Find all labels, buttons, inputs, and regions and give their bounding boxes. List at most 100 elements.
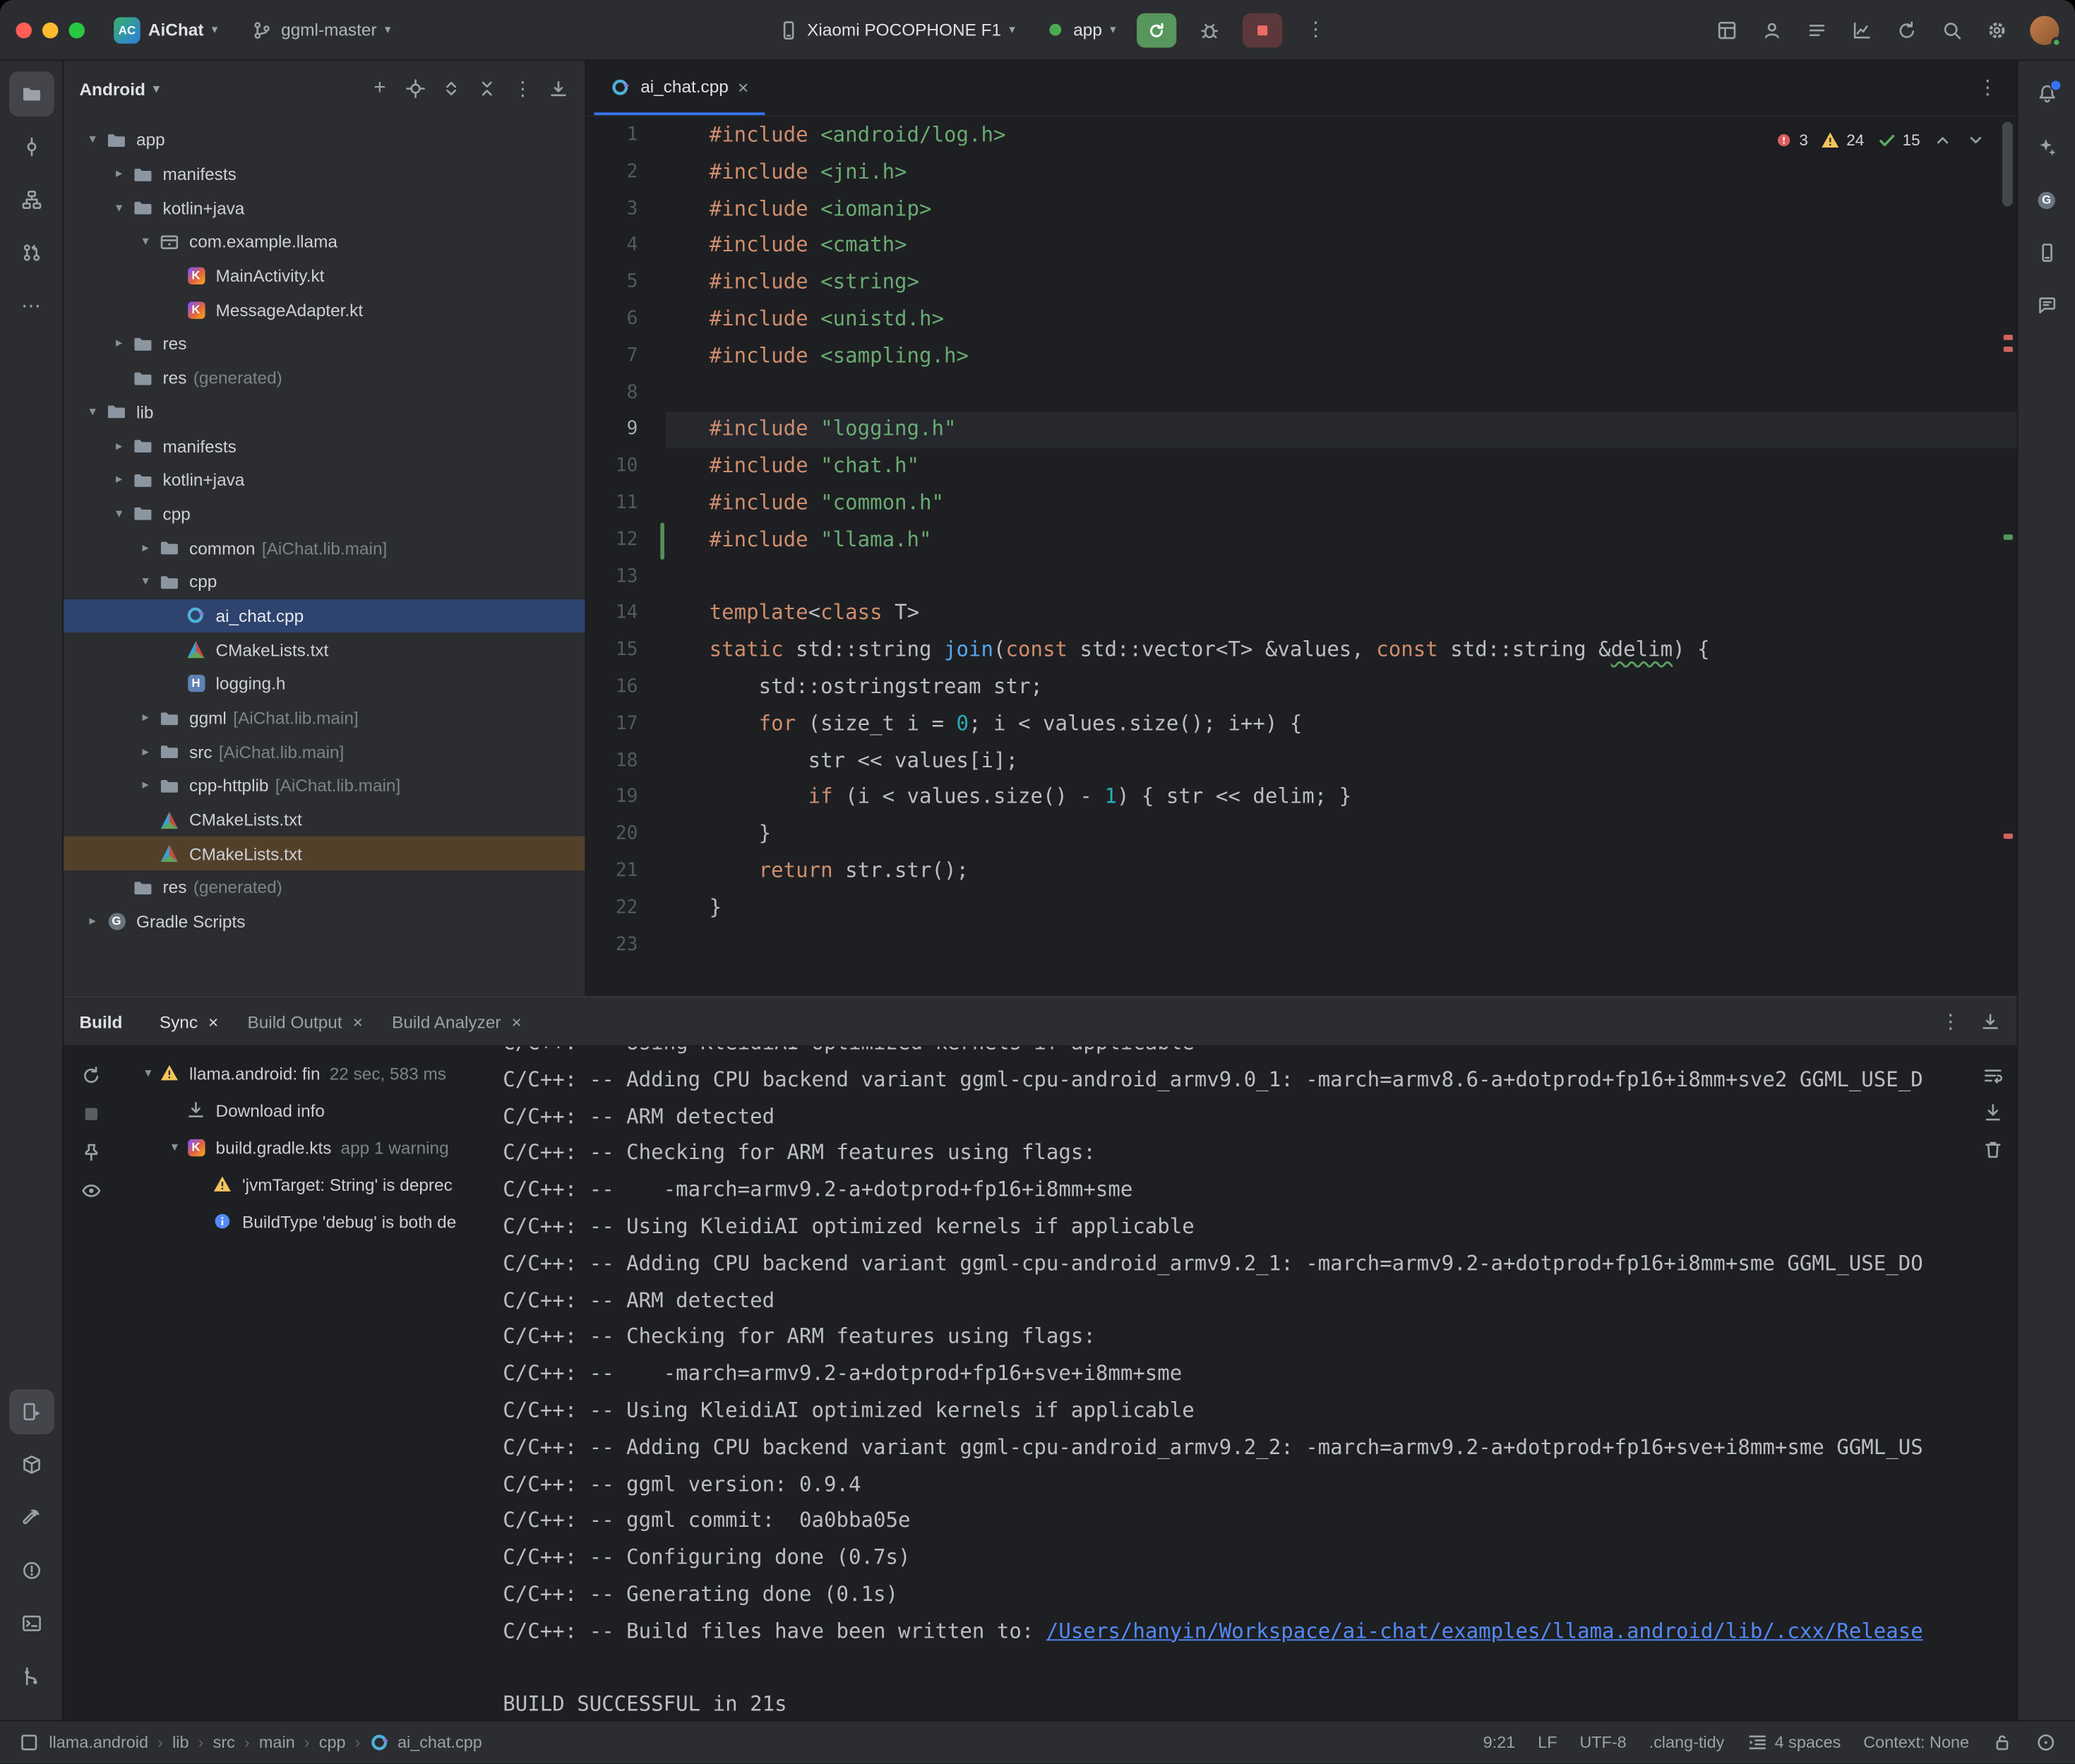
line-number-6[interactable]: 6	[586, 301, 665, 338]
chevron-right-icon[interactable]: ▸	[135, 541, 156, 556]
breadcrumb-ai-chat-cpp[interactable]: ai_chat.cpp	[370, 1732, 482, 1753]
debug-button[interactable]	[1190, 10, 1230, 49]
soft-wrap-button[interactable]	[1983, 1065, 2004, 1086]
line-number-12[interactable]: 12	[586, 522, 665, 559]
build-console[interactable]: C/C++: -- Using KleidiAI optimized kerne…	[503, 1047, 2016, 1720]
editor-tab-ai-chat-cpp[interactable]: ai_chat.cpp ×	[594, 61, 765, 115]
refresh-button[interactable]	[80, 1065, 102, 1086]
tree-item-cmakelists-txt[interactable]: CMakeLists.txt	[64, 836, 585, 870]
locate-button[interactable]	[405, 78, 426, 100]
structure-button[interactable]	[8, 177, 54, 222]
tree-item-ggml-aichat-lib-main[interactable]: ▸ggml [AiChat.lib.main]	[64, 701, 585, 735]
line-number-18[interactable]: 18	[586, 743, 665, 780]
collapse-all-button[interactable]	[477, 78, 498, 100]
chevron-down-icon[interactable]: ▾	[109, 200, 130, 215]
tree-item-app[interactable]: ▾app	[64, 123, 585, 157]
commit-button[interactable]	[8, 124, 54, 169]
breadcrumb-lib[interactable]: lib	[172, 1733, 189, 1751]
previous-problem-icon[interactable]	[1932, 130, 1954, 151]
clear-button[interactable]	[1983, 1139, 2004, 1160]
scrollbar-thumb[interactable]	[2002, 121, 2013, 206]
gradle-tool-button[interactable]: G	[2024, 177, 2069, 222]
line-number-1[interactable]: 1	[586, 118, 665, 155]
app-insights-button[interactable]	[2024, 283, 2069, 328]
build-tree-item-jvmtarget-string-is-deprec[interactable]: 'jvmTarget: String' is deprec	[119, 1165, 503, 1202]
chevron-down-icon[interactable]: ▾	[82, 404, 103, 419]
line-number-21[interactable]: 21	[586, 853, 665, 890]
line-number-17[interactable]: 17	[586, 706, 665, 743]
project-view-selector[interactable]: Android ▾	[79, 79, 159, 99]
tree-item-cpp[interactable]: ▾cpp	[64, 565, 585, 599]
tree-item-kotlin-java[interactable]: ▸kotlin+java	[64, 463, 585, 497]
indent-status[interactable]: 4 spaces	[1747, 1732, 1841, 1753]
chevron-right-icon[interactable]: ▸	[109, 167, 130, 181]
line-separator-status[interactable]: LF	[1538, 1733, 1557, 1751]
code-editor[interactable]: 1234567891011121314151617181920212223 #i…	[586, 116, 2016, 996]
build-tab-build-output[interactable]: Build Output×	[234, 1006, 376, 1036]
profiler-button[interactable]	[1842, 10, 1882, 49]
chevron-right-icon[interactable]: ▸	[135, 745, 156, 760]
run-button[interactable]	[1137, 13, 1177, 47]
passed-badge[interactable]: 15	[1876, 130, 1920, 151]
tab-options-button[interactable]: ⋮	[1977, 68, 2016, 108]
line-number-14[interactable]: 14	[586, 596, 665, 632]
context-status[interactable]: Context: None	[1863, 1733, 1969, 1751]
ai-assistant-button[interactable]	[2024, 124, 2069, 169]
layout-inspector-button[interactable]	[1707, 10, 1747, 49]
code-content[interactable]: #include <android/log.h>#include <jni.h>…	[666, 116, 2017, 996]
user-avatar[interactable]	[2030, 16, 2059, 44]
build-options-icon[interactable]: ⋮	[1940, 1011, 1961, 1032]
run-config-selector[interactable]: app ▾	[1036, 14, 1124, 46]
errors-badge[interactable]: 3	[1773, 130, 1808, 151]
line-number-23[interactable]: 23	[586, 927, 665, 964]
line-number-4[interactable]: 4	[586, 228, 665, 265]
breadcrumb-cpp[interactable]: cpp	[319, 1733, 346, 1751]
line-number-3[interactable]: 3	[586, 191, 665, 228]
device-selector[interactable]: Xiaomi POCOPHONE F1 ▾	[770, 14, 1023, 46]
editor-gutter[interactable]: 1234567891011121314151617181920212223	[586, 116, 665, 996]
line-number-5[interactable]: 5	[586, 265, 665, 301]
chevron-right-icon[interactable]: ▸	[82, 914, 103, 929]
chevron-down-icon[interactable]: ▾	[109, 507, 130, 522]
tree-item-manifests[interactable]: ▸manifests	[64, 157, 585, 191]
line-number-22[interactable]: 22	[586, 890, 665, 927]
device-explorer-button[interactable]	[8, 1442, 54, 1487]
minimize-window-button[interactable]	[42, 22, 58, 37]
line-number-13[interactable]: 13	[586, 559, 665, 596]
chevron-right-icon[interactable]: ▸	[109, 473, 130, 488]
close-tab-icon[interactable]: ×	[512, 1012, 522, 1031]
tree-item-manifests[interactable]: ▸manifests	[64, 429, 585, 463]
vcs-log-button[interactable]	[8, 1654, 54, 1699]
pull-requests-button[interactable]	[8, 230, 54, 275]
line-number-15[interactable]: 15	[586, 632, 665, 669]
tree-item-gradle-scripts[interactable]: ▸GGradle Scripts	[64, 905, 585, 939]
chevron-down-icon[interactable]: ▾	[138, 1066, 159, 1081]
breadcrumb-main[interactable]: main	[259, 1733, 295, 1751]
more-h-button[interactable]: ⋯	[8, 283, 54, 328]
scroll-end-button[interactable]	[1983, 1102, 2004, 1123]
tree-item-cpp[interactable]: ▾cpp	[64, 497, 585, 531]
terminal-button[interactable]	[8, 1601, 54, 1646]
breadcrumb-llama-android[interactable]: llama.android	[49, 1733, 148, 1751]
tree-item-messageadapter-kt[interactable]: KMessageAdapter.kt	[64, 293, 585, 327]
cursor-position[interactable]: 9:21	[1483, 1733, 1516, 1751]
tree-item-src-aichat-lib-main[interactable]: ▸src [AiChat.lib.main]	[64, 735, 585, 769]
device-manager-button[interactable]	[2024, 230, 2069, 275]
stop-button[interactable]	[80, 1103, 102, 1124]
build-tree-item-download-info[interactable]: Download info	[119, 1091, 503, 1128]
line-number-20[interactable]: 20	[586, 817, 665, 853]
tree-item-logging-h[interactable]: Hlogging.h	[64, 667, 585, 701]
tree-item-res-generated[interactable]: res (generated)	[64, 361, 585, 395]
tree-item-kotlin-java[interactable]: ▾kotlin+java	[64, 191, 585, 225]
build-tree-item-build-gradle-kts[interactable]: ▾Kbuild.gradle.ktsapp 1 warning	[119, 1129, 503, 1165]
chevron-down-icon[interactable]: ▾	[82, 133, 103, 148]
problems-button[interactable]	[8, 1548, 54, 1593]
chevron-down-icon[interactable]: ▾	[164, 1140, 185, 1155]
more-v-button[interactable]: ⋮	[512, 78, 533, 100]
breadcrumb-src[interactable]: src	[213, 1733, 235, 1751]
line-number-2[interactable]: 2	[586, 155, 665, 191]
tree-item-ai-chat-cpp[interactable]: ai_chat.cpp	[64, 599, 585, 632]
project-selector[interactable]: AC AiChat ▾	[106, 11, 225, 48]
chevron-right-icon[interactable]: ▸	[109, 438, 130, 453]
add-button[interactable]: +	[369, 78, 390, 100]
